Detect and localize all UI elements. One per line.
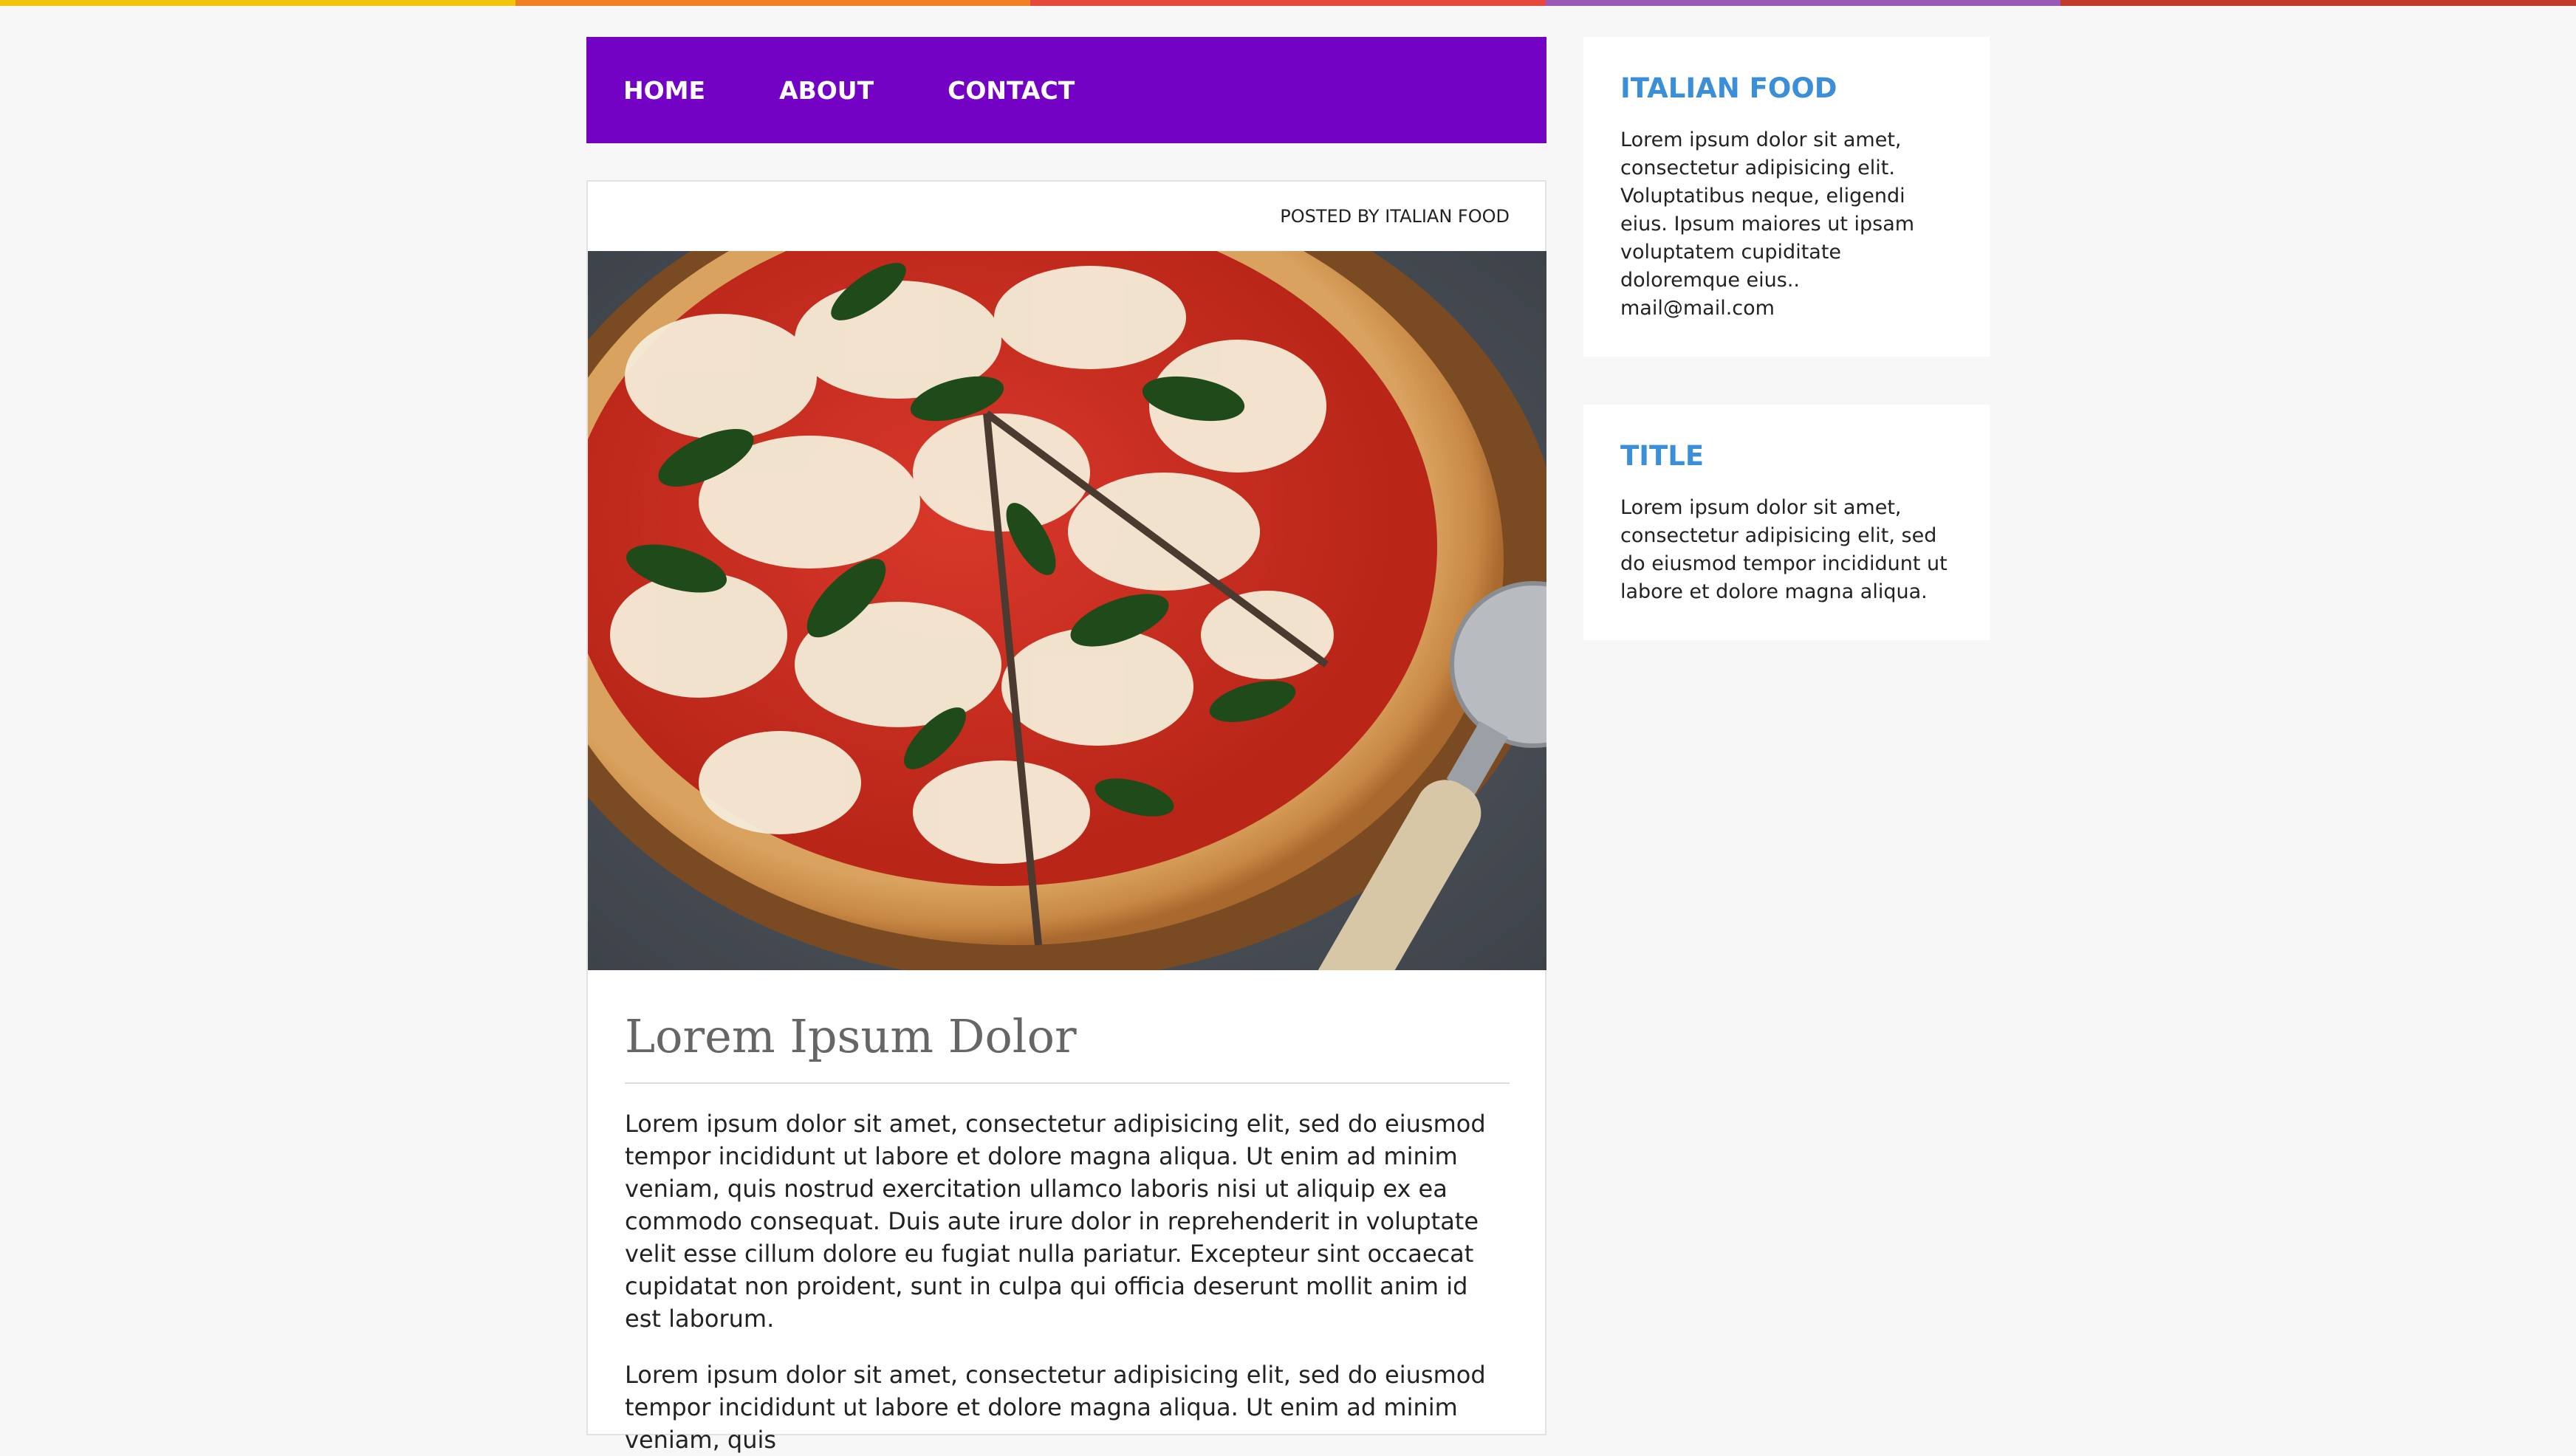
post-byline: POSTED BY ITALIAN FOOD — [1280, 206, 1510, 227]
widget-email: mail@mail.com — [1620, 297, 1775, 320]
stripe-brown — [2061, 0, 2576, 6]
post-paragraph: Lorem ipsum dolor sit amet, consectetur … — [625, 1361, 1486, 1455]
pizza-photo — [588, 251, 1546, 970]
nav-home-link[interactable]: HOME — [623, 76, 705, 105]
stripe-orange — [515, 0, 1031, 6]
widget-text: Lorem ipsum dolor sit amet, consectetur … — [1620, 126, 1954, 323]
nav-contact-link[interactable]: CONTACT — [948, 76, 1075, 105]
widget-text: Lorem ipsum dolor sit amet, consectetur … — [1620, 496, 1948, 603]
accent-stripe — [0, 0, 2576, 6]
post-body: Lorem Ipsum Dolor Lorem ipsum dolor sit … — [588, 1009, 1545, 1456]
widget-description: Lorem ipsum dolor sit amet, consectetur … — [1620, 128, 1915, 292]
stripe-red — [1030, 0, 1546, 6]
blog-post: POSTED BY ITALIAN FOOD Lorem Ipsum Dolor… — [586, 180, 1546, 1454]
main-nav: HOME ABOUT CONTACT — [586, 37, 1546, 143]
post-paragraph: Lorem ipsum dolor sit amet, consectetur … — [625, 1110, 1486, 1333]
nav-about-link[interactable]: ABOUT — [779, 76, 874, 105]
stripe-yellow — [0, 0, 515, 6]
post-title: Lorem Ipsum Dolor — [625, 1009, 1077, 1063]
stripe-purple — [1545, 0, 2061, 6]
sidebar-widget-italian-food: ITALIAN FOOD Lorem ipsum dolor sit amet,… — [1583, 37, 1990, 357]
widget-title: TITLE — [1620, 440, 1705, 472]
widget-title: ITALIAN FOOD — [1620, 72, 1837, 104]
post-divider — [625, 1082, 1510, 1085]
sidebar-widget-title: TITLE Lorem ipsum dolor sit amet, consec… — [1583, 405, 1990, 640]
